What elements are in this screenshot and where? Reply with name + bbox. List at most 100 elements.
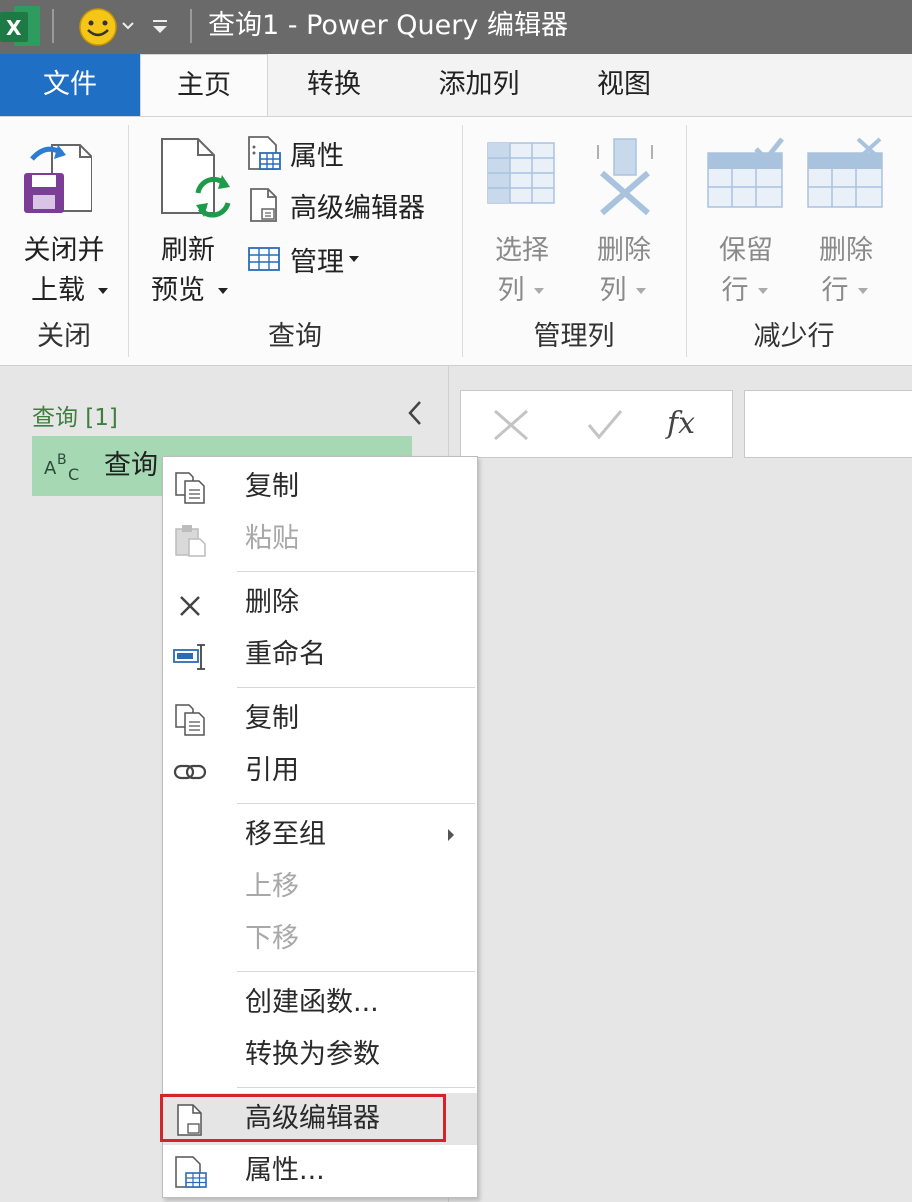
menu-item-label: 转换为参数: [245, 1039, 380, 1070]
svg-text:X: X: [6, 16, 22, 40]
smiley-feedback-icon[interactable]: [78, 7, 118, 47]
paste-icon: [175, 525, 206, 557]
remove-rows-button[interactable]: 删除 行: [798, 131, 894, 311]
tab-add-column[interactable]: 添加列: [400, 54, 558, 116]
svg-text:B: B: [57, 452, 67, 468]
tab-view[interactable]: 视图: [558, 54, 690, 116]
tab-file[interactable]: 文件: [0, 54, 140, 116]
title-bar: X 查询1 - Power Query 编辑器: [0, 0, 912, 54]
menu-separator: [237, 687, 475, 688]
close-and-load-label-2: 上载: [31, 275, 85, 306]
menu-item-reference[interactable]: 引用: [163, 745, 477, 797]
collapse-pane-icon[interactable]: [400, 396, 430, 430]
remove-columns-label-1: 删除: [597, 235, 651, 266]
query-name: 查询: [104, 450, 158, 481]
menu-item-label: 上移: [245, 871, 299, 902]
advanced-editor-icon: [250, 188, 277, 222]
title-separator: [52, 9, 54, 43]
dropdown-arrow-icon: [98, 288, 108, 294]
close-and-load-icon: [24, 144, 92, 213]
menu-item-copy[interactable]: 复制: [163, 461, 477, 513]
refresh-preview-button[interactable]: 刷新 预览: [138, 131, 238, 311]
ribbon: 关闭并 上载 关闭 刷新 预览 属性 高级编辑器 管理 查询 选择 列 删除 列…: [0, 116, 912, 366]
delete-icon: [180, 596, 200, 616]
keep-rows-label-1: 保留: [719, 235, 773, 266]
dropdown-arrow-icon: [349, 256, 359, 262]
formula-bar-buttons: fx: [460, 390, 733, 458]
remove-rows-icon: [807, 137, 883, 208]
window-title: 查询1 - Power Query 编辑器: [208, 10, 568, 41]
menu-item-label: 粘贴: [245, 523, 299, 554]
chevron-down-icon[interactable]: [120, 18, 136, 34]
refresh-icon: [161, 138, 231, 218]
context-menu: 复制 粘贴 删除 重命名 复制 引用 移至组 上移 下移 创建函数... 转换为…: [162, 456, 478, 1198]
choose-columns-button[interactable]: 选择 列: [474, 131, 570, 311]
text-type-icon: A B C: [44, 452, 79, 484]
refresh-preview-label-2: 预览: [151, 275, 205, 306]
choose-columns-icon: [487, 142, 555, 204]
group-label-reduce-rows: 减少行: [753, 321, 835, 352]
menu-separator: [237, 803, 475, 804]
menu-item-label: 删除: [245, 587, 299, 618]
manage-button[interactable]: 管理: [246, 239, 372, 279]
queries-pane-title: 查询 [1]: [32, 405, 118, 431]
dropdown-arrow-icon: [534, 288, 544, 294]
table-grid-icon: [248, 247, 280, 271]
manage-label: 管理: [290, 246, 344, 278]
tab-home[interactable]: 主页: [140, 54, 268, 117]
keep-rows-icon: [707, 137, 784, 208]
group-label-close: 关闭: [37, 321, 91, 352]
remove-rows-label-1: 删除: [819, 235, 873, 266]
properties-label: 属性: [290, 140, 344, 172]
menu-item-rename[interactable]: 重命名: [163, 629, 477, 681]
title-separator: [190, 9, 192, 43]
menu-item-label: 重命名: [245, 639, 326, 670]
menu-item-label: 复制: [245, 703, 299, 734]
ribbon-tab-bar: 文件 主页 转换 添加列 视图: [0, 54, 912, 117]
menu-separator: [237, 571, 475, 572]
menu-item-delete[interactable]: 删除: [163, 577, 477, 629]
menu-item-label: 下移: [245, 923, 299, 954]
choose-columns-label-1: 选择: [495, 235, 549, 266]
menu-item-create-function[interactable]: 创建函数...: [163, 977, 477, 1029]
menu-item-label: 属性...: [245, 1155, 325, 1186]
close-and-load-button[interactable]: 关闭并 上载: [8, 131, 120, 311]
group-label-manage-columns: 管理列: [533, 321, 615, 352]
fx-insert-function-button[interactable]: fx: [667, 405, 695, 443]
keep-rows-button[interactable]: 保留 行: [698, 131, 794, 311]
remove-columns-icon: [597, 138, 653, 216]
duplicate-icon: [175, 704, 205, 736]
group-label-query: 查询: [268, 321, 322, 352]
tab-transform[interactable]: 转换: [268, 54, 400, 116]
excel-logo-icon: X: [0, 6, 40, 46]
properties-icon: [175, 1156, 207, 1188]
close-and-load-label-1: 关闭并: [23, 235, 105, 266]
refresh-preview-label-1: 刷新: [161, 235, 215, 266]
svg-text:A: A: [44, 458, 57, 479]
rename-icon: [173, 644, 205, 670]
menu-item-label: 移至组: [245, 819, 326, 850]
menu-item-convert-to-parameter[interactable]: 转换为参数: [163, 1029, 477, 1081]
menu-item-duplicate[interactable]: 复制: [163, 693, 477, 745]
advanced-editor-button[interactable]: 高级编辑器: [246, 185, 425, 225]
copy-icon: [175, 472, 205, 504]
dropdown-arrow-icon: [218, 288, 228, 294]
advanced-editor-label: 高级编辑器: [290, 192, 425, 224]
customize-toolbar-icon[interactable]: [150, 14, 170, 38]
properties-button[interactable]: 属性: [246, 133, 344, 173]
remove-columns-button[interactable]: 删除 列: [576, 131, 672, 311]
menu-item-properties[interactable]: 属性...: [163, 1145, 477, 1197]
formula-input[interactable]: [744, 390, 912, 458]
cancel-formula-icon[interactable]: [491, 407, 531, 443]
dropdown-arrow-icon: [858, 288, 868, 294]
confirm-formula-icon[interactable]: [585, 407, 625, 443]
menu-item-label: 创建函数...: [245, 987, 379, 1018]
menu-item-move-up: 上移: [163, 861, 477, 913]
dropdown-arrow-icon: [758, 288, 768, 294]
menu-separator: [237, 1087, 475, 1088]
menu-item-move-to-group[interactable]: 移至组: [163, 809, 477, 861]
menu-item-move-down: 下移: [163, 913, 477, 965]
highlight-annotation-box: [160, 1094, 446, 1142]
reference-icon: [173, 764, 207, 780]
submenu-arrow-icon: [448, 829, 454, 841]
